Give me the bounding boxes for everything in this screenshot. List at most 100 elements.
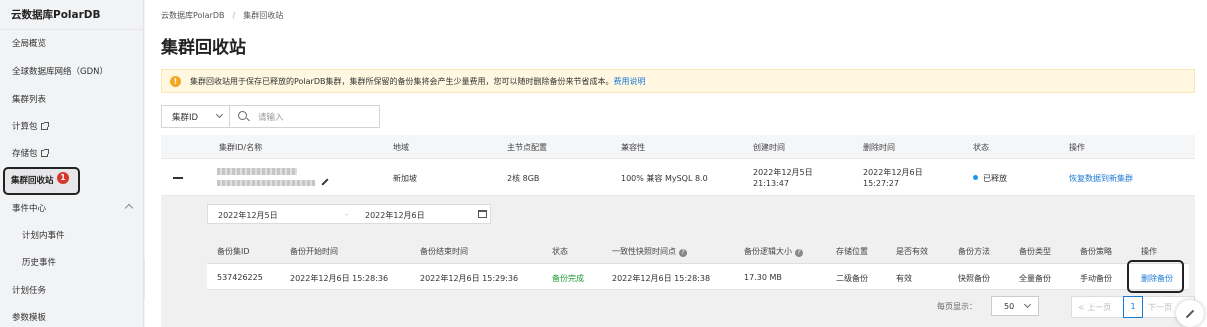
created-time: 21:13:47 (753, 179, 789, 188)
date-separator: - (345, 210, 348, 219)
sidebar-item-label: 存储包 (12, 149, 38, 159)
pricing-link[interactable]: 费用说明 (614, 77, 646, 86)
date-start: 2022年12月5日 (218, 211, 278, 220)
sidebar-item-recycle-bin[interactable]: 集群回收站 1 (3, 167, 80, 195)
column-header: 集群ID/名称 (219, 143, 263, 152)
sidebar-item-overview[interactable]: 全局概览 (0, 31, 144, 57)
sidebar-item-planned-events[interactable]: 计划内事件 (0, 223, 144, 249)
table-row: 537426225 2022年12月6日 15:28:36 2022年12月6日… (207, 264, 1189, 290)
deleted-date: 2022年12月6日 (863, 168, 923, 177)
sidebar-item-label: 事件中心 (12, 204, 47, 214)
backup-status: 备份完成 (552, 274, 584, 283)
backup-method: 快照备份 (958, 274, 990, 283)
external-link-icon (40, 122, 49, 130)
breadcrumb-current: 集群回收站 (243, 11, 284, 20)
page-title: 集群回收站 (161, 38, 246, 58)
sidebar-item-label: 集群回收站 (11, 176, 54, 186)
breadcrumb-root[interactable]: 云数据库PolarDB (161, 11, 225, 20)
backup-size: 17.30 MB (744, 273, 782, 282)
region: 新加坡 (393, 174, 417, 183)
help-icon[interactable]: ? (679, 249, 687, 257)
sidebar-item-storage-pack[interactable]: 存储包 (0, 141, 144, 167)
page-size-label: 每页显示： (937, 302, 977, 311)
sidebar: 云数据库PolarDB 全局概览 全球数据库网络（GDN） 集群列表 计算包 存… (0, 0, 144, 327)
feedback-edit-icon[interactable] (1176, 300, 1204, 327)
backup-type: 全量备份 (1019, 274, 1051, 283)
notification-badge: 1 (57, 172, 69, 184)
column-header: 备份集ID (217, 247, 250, 256)
created-date: 2022年12月5日 (753, 168, 813, 177)
restore-to-new-cluster-link[interactable]: 恢复数据到新集群 (1069, 173, 1133, 184)
column-header: 地域 (393, 143, 409, 152)
column-header: 兼容性 (621, 143, 645, 152)
column-header: 备份方法 (958, 247, 990, 256)
date-end: 2022年12月6日 (365, 211, 425, 220)
backup-id: 537426225 (217, 273, 263, 282)
search-bar: 集群ID 请输入 (161, 105, 380, 128)
chevron-down-icon (1023, 300, 1032, 309)
prev-page-label: 上一页 (1087, 303, 1112, 312)
breadcrumb: 云数据库PolarDB / 集群回收站 (161, 10, 283, 21)
search-field-label: 集群ID (172, 113, 199, 123)
column-header: 状态 (973, 143, 989, 152)
cluster-name-redacted (217, 180, 315, 186)
column-header-label: 备份逻辑大小 (744, 247, 792, 256)
column-header: 状态 (552, 247, 568, 256)
column-header: 操作 (1069, 143, 1085, 152)
backup-end-time: 2022年12月6日 15:29:36 (420, 274, 519, 283)
edit-icon[interactable] (321, 178, 329, 186)
page-size-select[interactable]: 50 (991, 296, 1039, 316)
column-header: 备份结束时间 (420, 247, 468, 256)
next-page-button[interactable]: 下一页 (1148, 302, 1172, 313)
sidebar-item-history-events[interactable]: 历史事件 (0, 250, 144, 276)
status-text: 已释放 (983, 174, 1007, 183)
column-header: 创建时间 (753, 143, 785, 152)
backup-table-header: 备份集ID 备份开始时间 备份结束时间 状态 一致性快照时间点? 备份逻辑大小?… (207, 236, 1189, 264)
snapshot-time: 2022年12月6日 15:28:38 (612, 274, 711, 283)
table-row: 新加坡 2核 8GB 100% 兼容 MySQL 8.0 2022年12月5日 … (161, 159, 1195, 196)
backup-panel: 2022年12月5日 - 2022年12月6日 备份集ID 备份开始时间 备份结… (161, 196, 1195, 327)
cluster-table-header: 集群ID/名称 地域 主节点配置 兼容性 创建时间 删除时间 状态 操作 (161, 135, 1195, 159)
sidebar-item-param-templates[interactable]: 参数模板 (0, 305, 144, 327)
column-header: 备份逻辑大小? (744, 246, 803, 257)
calendar-icon (478, 210, 487, 218)
warning-icon: ! (170, 76, 181, 87)
deleted-time: 15:27:27 (863, 179, 899, 188)
backup-start-time: 2022年12月6日 15:28:36 (290, 274, 389, 283)
column-header: 操作 (1141, 247, 1157, 256)
chevron-down-icon (215, 110, 224, 119)
storage-location: 二级备份 (836, 274, 868, 283)
status-badge: 已释放 (973, 173, 1007, 184)
sidebar-item-compute-pack[interactable]: 计算包 (0, 114, 144, 140)
external-link-icon (40, 149, 49, 157)
notice-message: 集群回收站用于保存已释放的PolarDB集群，集群所保留的备份集将会产生少量费用… (190, 77, 614, 86)
sidebar-item-cluster-list[interactable]: 集群列表 (0, 87, 144, 113)
column-header: 一致性快照时间点? (612, 246, 687, 257)
page-size-value: 50 (1004, 302, 1015, 311)
search-input[interactable]: 请输入 (258, 111, 284, 123)
column-header: 删除时间 (863, 143, 895, 152)
column-header: 存储位置 (836, 247, 868, 256)
search-icon (238, 111, 247, 120)
date-range-picker[interactable]: 2022年12月5日 - 2022年12月6日 (207, 204, 491, 224)
column-header: 备份类型 (1019, 247, 1051, 256)
sidebar-item-gdn[interactable]: 全球数据库网络（GDN） (0, 59, 144, 85)
cluster-id-redacted (217, 168, 297, 175)
breadcrumb-separator: / (232, 11, 236, 20)
compatibility: 100% 兼容 MySQL 8.0 (621, 174, 708, 183)
help-icon[interactable]: ? (795, 249, 803, 257)
sidebar-title: 云数据库PolarDB (0, 0, 143, 30)
column-header: 主节点配置 (507, 143, 547, 152)
page-1-button[interactable]: 1 (1123, 296, 1143, 318)
validity: 有效 (896, 274, 912, 283)
sidebar-item-event-center[interactable]: 事件中心 (0, 196, 144, 222)
sidebar-item-scheduled-tasks[interactable]: 计划任务 (0, 278, 144, 304)
status-dot-icon (973, 175, 978, 180)
delete-backup-highlight (1127, 260, 1184, 293)
search-field-select[interactable]: 集群ID (162, 106, 230, 127)
column-header: 备份开始时间 (290, 247, 338, 256)
notice-text: 集群回收站用于保存已释放的PolarDB集群，集群所保留的备份集将会产生少量费用… (190, 76, 646, 87)
collapse-icon[interactable] (173, 177, 183, 179)
prev-page-button[interactable]: < 上一页 (1078, 302, 1111, 313)
sidebar-item-label: 计算包 (12, 122, 38, 132)
